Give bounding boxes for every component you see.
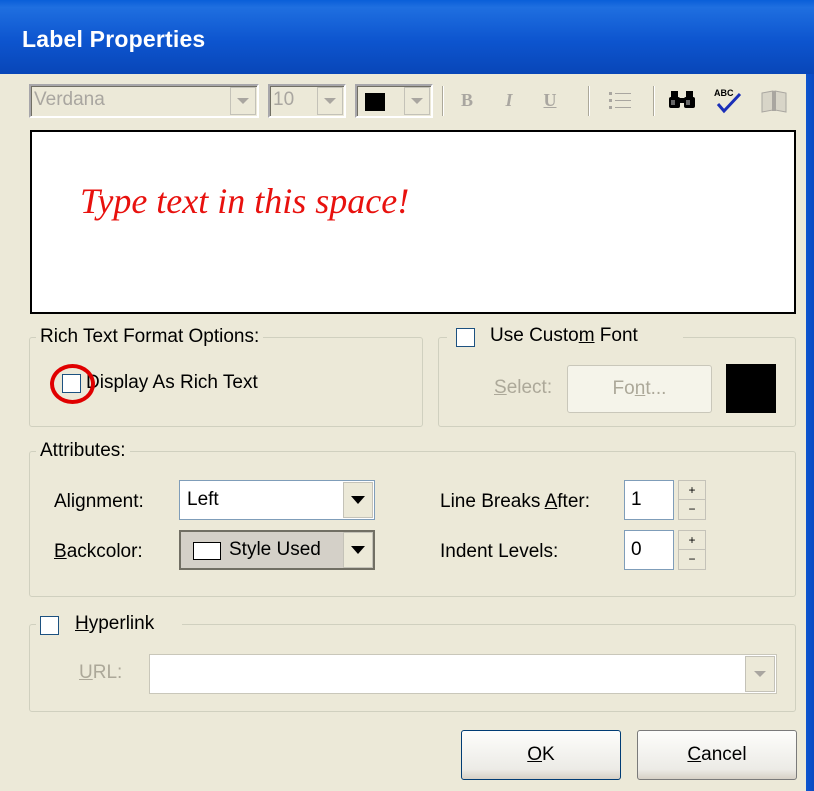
- font-size-value: 10: [273, 89, 295, 110]
- cancel-button-accel: C: [687, 744, 702, 765]
- backcolor-value: Style Used: [229, 539, 321, 560]
- hyperlink-checkbox[interactable]: [40, 616, 59, 635]
- bullet-list-icon[interactable]: [608, 88, 632, 114]
- alignment-dropdown-button[interactable]: [343, 482, 373, 518]
- use-custom-font-label-part2: Font: [594, 325, 638, 346]
- font-name-dropdown-button[interactable]: [230, 87, 256, 115]
- font-color-combo[interactable]: [355, 84, 433, 118]
- spin-down-icon[interactable]: −: [679, 500, 705, 519]
- text-editor-area[interactable]: Type text in this space!: [30, 130, 796, 314]
- font-color-dropdown-button[interactable]: [404, 87, 430, 115]
- use-custom-font-label-part1: Use Custo: [490, 325, 579, 346]
- line-breaks-label-part1: Line Breaks: [440, 491, 545, 512]
- font-button-accel: n: [634, 378, 646, 399]
- alignment-label-accel: g: [75, 491, 86, 512]
- editor-text: Type text in this space!: [80, 181, 410, 221]
- use-custom-font-checkbox[interactable]: [456, 328, 475, 347]
- alignment-value: Left: [187, 489, 219, 510]
- window-title: Label Properties: [22, 26, 206, 52]
- hyperlink-label-text: yperlink: [88, 613, 155, 634]
- toolbar-separator: [588, 86, 590, 116]
- font-button[interactable]: Fo n t...: [567, 365, 712, 413]
- underline-button[interactable]: U: [538, 86, 562, 114]
- line-breaks-label-part2: fter:: [557, 491, 590, 512]
- indent-levels-spinner[interactable]: + −: [678, 530, 706, 570]
- url-combo[interactable]: [149, 654, 777, 694]
- alignment-label-part1: Ali: [54, 491, 76, 512]
- backcolor-select[interactable]: Style Used: [179, 530, 375, 570]
- font-size-combo[interactable]: 10: [268, 84, 346, 118]
- use-custom-font-label-accel: m: [578, 325, 595, 346]
- custom-font-color-swatch[interactable]: [726, 364, 776, 413]
- indent-levels-value: 0: [631, 539, 642, 560]
- font-size-dropdown-button[interactable]: [317, 87, 343, 115]
- ok-button-accel: O: [527, 744, 543, 765]
- url-dropdown-button[interactable]: [745, 656, 775, 692]
- backcolor-label-accel: B: [54, 541, 67, 562]
- spellcheck-icon[interactable]: ABC: [712, 86, 744, 116]
- url-label-accel: U: [79, 662, 93, 683]
- cancel-button[interactable]: Cancel: [637, 730, 797, 780]
- line-breaks-label: Line Breaks After:: [440, 491, 590, 513]
- font-name-combo[interactable]: Verdana: [29, 84, 259, 118]
- ok-button[interactable]: OK: [461, 730, 621, 780]
- select-label-accel: S: [494, 377, 507, 398]
- bold-button[interactable]: B: [455, 86, 479, 114]
- rtf-options-group-label: Rich Text Format Options:: [36, 326, 264, 348]
- attributes-group-label: Attributes:: [36, 440, 130, 462]
- select-label-text: elect:: [506, 377, 553, 398]
- attributes-group: [29, 451, 796, 597]
- indent-levels-label: Indent Levels:: [440, 541, 559, 562]
- chevron-down-icon: [754, 671, 766, 677]
- alignment-label: Alignment:: [54, 491, 144, 513]
- highlight-circle: [50, 364, 95, 404]
- select-label: Select:: [494, 377, 552, 399]
- toolbar-separator: [442, 86, 444, 116]
- display-rich-text-label[interactable]: Display As Rich Text: [86, 372, 258, 394]
- window-frame-right: [806, 74, 814, 791]
- binoculars-icon[interactable]: [668, 88, 696, 114]
- alignment-label-part2: nment:: [85, 491, 144, 512]
- chevron-down-icon: [351, 496, 365, 504]
- use-custom-font-label[interactable]: Use Custom Font: [490, 325, 638, 347]
- hyperlink-label-accel: H: [75, 613, 89, 634]
- spin-up-icon[interactable]: +: [679, 481, 705, 500]
- hyperlink-label[interactable]: Hyperlink: [75, 613, 154, 635]
- backcolor-label-text: ackcolor:: [66, 541, 143, 562]
- line-breaks-input[interactable]: 1: [624, 480, 674, 520]
- chevron-down-icon: [324, 98, 336, 104]
- thesaurus-icon[interactable]: [760, 88, 788, 114]
- chevron-down-icon: [351, 546, 365, 554]
- indent-levels-input[interactable]: 0: [624, 530, 674, 570]
- font-button-part1: Fo: [612, 378, 635, 399]
- chevron-down-icon: [237, 98, 249, 104]
- backcolor-label: Backcolor:: [54, 541, 143, 563]
- line-breaks-label-accel: A: [544, 491, 558, 512]
- font-button-part2: t...: [645, 378, 667, 399]
- alignment-select[interactable]: Left: [179, 480, 375, 520]
- italic-button[interactable]: I: [497, 86, 521, 114]
- chevron-down-icon: [411, 98, 423, 104]
- cancel-button-text: ancel: [701, 744, 747, 765]
- line-breaks-spinner[interactable]: + −: [678, 480, 706, 520]
- spin-up-icon[interactable]: +: [679, 531, 705, 550]
- line-breaks-value: 1: [631, 489, 642, 510]
- url-label-text: RL:: [92, 662, 123, 683]
- backcolor-dropdown-button[interactable]: [343, 532, 373, 568]
- ok-button-text: K: [542, 744, 555, 765]
- font-name-value: Verdana: [34, 89, 105, 110]
- svg-text:ABC: ABC: [714, 88, 734, 98]
- url-label: URL:: [79, 662, 122, 684]
- spin-down-icon[interactable]: −: [679, 550, 705, 569]
- color-swatch: [365, 93, 385, 111]
- backcolor-swatch: [193, 542, 221, 560]
- toolbar-separator: [653, 86, 655, 116]
